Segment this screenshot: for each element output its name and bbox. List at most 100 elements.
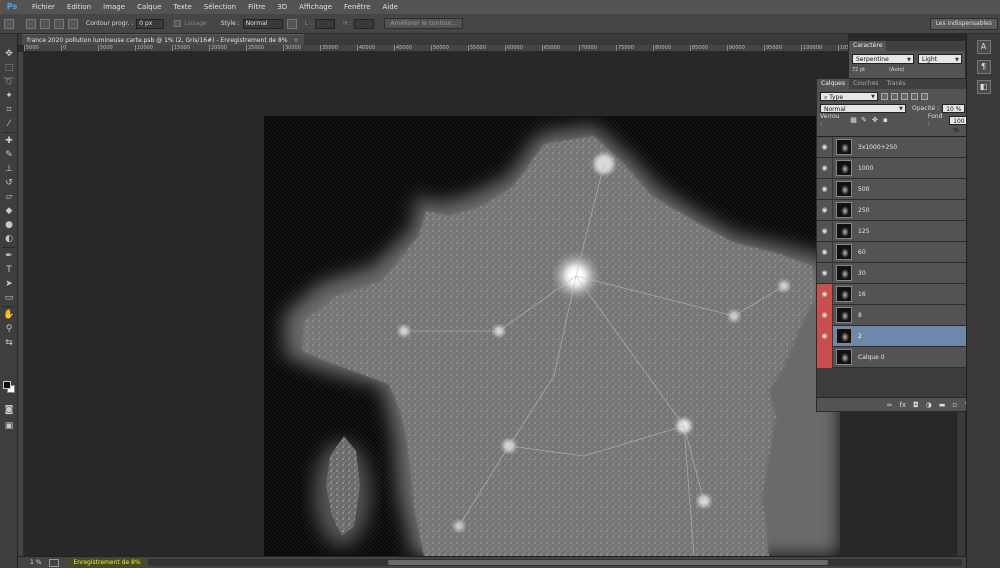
visibility-eye-icon[interactable]: ◉: [817, 157, 833, 179]
feather-input[interactable]: 0 px: [136, 18, 165, 29]
lock-all-icon[interactable]: ▪: [883, 116, 890, 124]
menu-item-7[interactable]: 3D: [271, 0, 293, 14]
blur-tool-icon[interactable]: ●: [3, 219, 15, 231]
menu-item-8[interactable]: Affichage: [293, 0, 338, 14]
menu-item-6[interactable]: Filtre: [242, 0, 271, 14]
layer-row[interactable]: Calque 0: [817, 346, 979, 368]
eraser-tool-icon[interactable]: ▱: [3, 191, 15, 203]
layer-row[interactable]: ◉ 1000: [817, 157, 979, 179]
pen-tool-icon[interactable]: ✒: [3, 250, 15, 262]
character-panel-icon[interactable]: A: [976, 40, 991, 54]
layer-row[interactable]: ◉ 2: [817, 325, 979, 347]
visibility-eye-icon[interactable]: ◉: [817, 220, 833, 242]
visibility-eye-icon[interactable]: [817, 346, 833, 368]
type-filter-icon[interactable]: [901, 92, 908, 100]
height-input[interactable]: [354, 18, 375, 29]
width-input[interactable]: [314, 18, 335, 29]
subtract-selection-icon[interactable]: [54, 18, 64, 29]
foreground-color-swatch[interactable]: [3, 381, 11, 389]
adjustment-filter-icon[interactable]: [891, 92, 898, 100]
visibility-eye-icon[interactable]: ◉: [817, 136, 833, 158]
visibility-eye-icon[interactable]: ◉: [817, 325, 833, 347]
fx-icon[interactable]: fx: [899, 401, 906, 409]
workspace-select[interactable]: Les indispensables: [929, 18, 998, 30]
adjustment-icon[interactable]: ◑: [926, 401, 932, 409]
document-info-icon[interactable]: [49, 558, 60, 567]
layer-row[interactable]: ◉ 30: [817, 262, 979, 284]
tab-0[interactable]: Calques: [817, 79, 849, 89]
refine-edge-button[interactable]: Améliorer le contour...: [384, 18, 463, 29]
paint-bucket-tool-icon[interactable]: ◆: [3, 205, 15, 217]
layers-panel-icon[interactable]: ◧: [976, 80, 991, 94]
lock-pixels-icon[interactable]: ✎: [861, 116, 868, 124]
brush-tool-icon[interactable]: ✎: [3, 149, 15, 161]
canvas-area[interactable]: [24, 52, 848, 556]
layer-row[interactable]: ◉ 3x1000+250: [817, 136, 979, 158]
visibility-eye-icon[interactable]: ◉: [817, 283, 833, 305]
close-tab-icon[interactable]: ×: [294, 37, 299, 44]
intersect-selection-icon[interactable]: [68, 18, 78, 29]
horizontal-scrollbar[interactable]: [148, 559, 962, 566]
tab-1[interactable]: Couches: [849, 79, 883, 89]
marquee-tool-icon[interactable]: ⬚: [3, 62, 15, 74]
rectangle-tool-icon[interactable]: ▭: [3, 292, 15, 304]
layer-row[interactable]: ◉ 250: [817, 199, 979, 221]
visibility-eye-icon[interactable]: ◉: [817, 199, 833, 221]
visibility-eye-icon[interactable]: ◉: [817, 241, 833, 263]
menu-item-3[interactable]: Calque: [131, 0, 167, 14]
horizontal-ruler[interactable]: 5000 0 5000 10000 15000 20000 25000 30000 35000 4…: [24, 45, 848, 52]
screen-mode-icon[interactable]: ▣: [3, 420, 15, 432]
visibility-eye-icon[interactable]: ◉: [817, 304, 833, 326]
horizontal-scroll-thumb[interactable]: [388, 560, 828, 565]
add-selection-icon[interactable]: [40, 18, 50, 29]
swap-colors-icon[interactable]: ⇆: [3, 337, 15, 349]
document-canvas[interactable]: [264, 116, 840, 556]
group-icon[interactable]: ▬: [939, 401, 946, 409]
lasso-tool-icon[interactable]: ➰: [3, 76, 15, 88]
tab-character[interactable]: Caractère: [849, 41, 887, 51]
lock-position-icon[interactable]: ✥: [872, 116, 879, 124]
menu-item-1[interactable]: Edition: [61, 0, 97, 14]
layer-row[interactable]: ◉ 60: [817, 241, 979, 263]
tab-2[interactable]: Tracés: [883, 79, 910, 89]
layer-row[interactable]: ◉ 16: [817, 283, 979, 305]
link-icon[interactable]: ∞: [887, 401, 893, 409]
new-selection-icon[interactable]: [26, 18, 36, 29]
marquee-preset-button[interactable]: [4, 18, 14, 29]
zoom-level[interactable]: 1 %: [30, 559, 41, 566]
history-brush-tool-icon[interactable]: ↺: [3, 177, 15, 189]
antialias-checkbox[interactable]: [174, 20, 182, 27]
layer-row[interactable]: ◉ 8: [817, 304, 979, 326]
layer-filter-select[interactable]: ⌕ Type ▼: [820, 91, 878, 101]
style-select[interactable]: Normal: [242, 18, 283, 29]
hand-tool-icon[interactable]: ✋: [3, 309, 15, 321]
path-selection-tool-icon[interactable]: ➤: [3, 278, 15, 290]
menu-item-4[interactable]: Texte: [167, 0, 197, 14]
move-tool-icon[interactable]: ✥: [3, 48, 15, 60]
menu-item-10[interactable]: Aide: [377, 0, 404, 14]
font-style-select[interactable]: Light ▼: [918, 54, 962, 64]
layer-row[interactable]: ◉ 500: [817, 178, 979, 200]
magic-wand-tool-icon[interactable]: ✦: [3, 90, 15, 102]
quick-mask-icon[interactable]: ◙: [3, 404, 15, 416]
crop-tool-icon[interactable]: ⌗: [3, 104, 15, 116]
visibility-eye-icon[interactable]: ◉: [817, 262, 833, 284]
paragraph-panel-icon[interactable]: ¶: [976, 60, 991, 74]
menu-item-9[interactable]: Fenêtre: [338, 0, 376, 14]
menu-item-0[interactable]: Fichier: [26, 0, 61, 14]
eyedropper-tool-icon[interactable]: ⁄: [3, 118, 15, 130]
menu-item-5[interactable]: Sélection: [198, 0, 242, 14]
pixel-filter-icon[interactable]: [881, 92, 888, 100]
lock-transparency-icon[interactable]: ▦: [850, 116, 857, 124]
blend-mode-select[interactable]: Normal ▼: [820, 103, 906, 113]
layer-row[interactable]: ◉ 125: [817, 220, 979, 242]
document-tab[interactable]: france 2020 pollution lumineuse carte.ps…: [22, 34, 304, 45]
shape-filter-icon[interactable]: [911, 92, 918, 100]
zoom-tool-icon[interactable]: ⚲: [3, 323, 15, 335]
smart-object-filter-icon[interactable]: [921, 92, 928, 100]
swap-dimensions-icon[interactable]: [286, 18, 297, 29]
type-tool-icon[interactable]: T: [3, 264, 15, 276]
font-size-value[interactable]: 72 pt: [852, 67, 865, 75]
clone-stamp-tool-icon[interactable]: ⊥: [3, 163, 15, 175]
font-family-select[interactable]: Serpentine ▼: [852, 54, 914, 64]
